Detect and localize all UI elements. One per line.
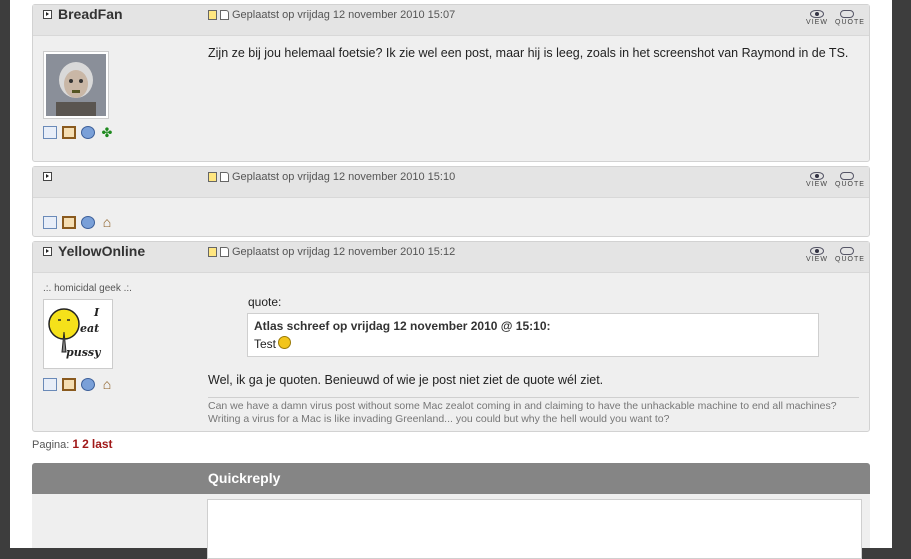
user-title: .:. homicidal geek .:. <box>43 283 132 294</box>
signature-divider <box>208 397 859 398</box>
home-icon[interactable]: ⌂ <box>100 377 114 391</box>
post-meta: Geplaatst op vrijdag 12 november 2010 15… <box>208 9 455 21</box>
quote-label: quote: <box>248 295 282 309</box>
eye-icon <box>810 172 824 180</box>
pagination: Pagina: 1 2 last <box>32 437 113 451</box>
page-icon <box>220 10 229 20</box>
quote-header: Atlas schreef op vrijdag 12 november 201… <box>254 319 551 333</box>
eye-icon <box>810 247 824 255</box>
post-header: YellowOnline Geplaatst op vrijdag 12 nov… <box>33 242 869 273</box>
post-meta: Geplaatst op vrijdag 12 november 2010 15… <box>208 171 455 183</box>
avatar-text-2: eat <box>80 322 100 335</box>
post-author[interactable]: YellowOnline <box>58 243 145 259</box>
post-header: Geplaatst op vrijdag 12 november 2010 15… <box>33 167 869 198</box>
post: BreadFan Geplaatst op vrijdag 12 novembe… <box>32 4 870 162</box>
view-button[interactable]: VIEW <box>805 170 829 188</box>
gallery-icon[interactable] <box>62 216 76 229</box>
chat-icon[interactable] <box>81 126 95 139</box>
gallery-icon[interactable] <box>62 126 76 139</box>
view-button[interactable]: VIEW <box>805 8 829 26</box>
quote-button[interactable]: QUOTE <box>835 170 864 188</box>
chat-icon[interactable] <box>81 216 95 229</box>
signature: Can we have a damn virus post without so… <box>208 400 837 425</box>
expand-icon[interactable] <box>43 247 52 256</box>
home-icon[interactable]: ⌂ <box>100 215 114 229</box>
post-timestamp: Geplaatst op vrijdag 12 november 2010 15… <box>232 9 456 21</box>
avatar-text-1: I <box>94 306 100 319</box>
chat-icon[interactable] <box>81 378 95 391</box>
post-timestamp: Geplaatst op vrijdag 12 november 2010 15… <box>232 171 456 183</box>
page-1-link[interactable]: 1 <box>72 437 79 451</box>
quote-bubble-icon <box>840 247 854 255</box>
post-meta: Geplaatst op vrijdag 12 november 2010 15… <box>208 246 455 258</box>
quote-button[interactable]: QUOTE <box>835 8 864 26</box>
quote-box: Atlas schreef op vrijdag 12 november 201… <box>247 313 819 357</box>
expand-icon[interactable] <box>43 172 52 181</box>
quickreply-textarea[interactable] <box>207 499 862 559</box>
post: YellowOnline Geplaatst op vrijdag 12 nov… <box>32 241 870 432</box>
view-button[interactable]: VIEW <box>805 245 829 263</box>
page-2-link[interactable]: 2 <box>82 437 89 451</box>
profile-card-icon[interactable] <box>43 126 57 139</box>
post-body: Wel, ik ga je quoten. Benieuwd of wie je… <box>208 373 604 387</box>
quote-button[interactable]: QUOTE <box>835 245 864 263</box>
page-icon <box>220 172 229 182</box>
avatar-text-3: pussy <box>66 346 101 359</box>
page: BreadFan Geplaatst op vrijdag 12 novembe… <box>10 0 892 559</box>
profile-card-icon[interactable] <box>43 216 57 229</box>
smiley-icon <box>278 335 292 349</box>
gallery-icon[interactable] <box>62 378 76 391</box>
quote-body-text: Test <box>254 337 277 351</box>
post-timestamp: Geplaatst op vrijdag 12 november 2010 15… <box>232 246 456 258</box>
avatar-image <box>46 54 106 116</box>
quote-body: Test <box>254 335 292 351</box>
clover-icon[interactable]: ✤ <box>100 126 114 139</box>
post-icon <box>208 10 217 20</box>
post-body: Zijn ze bij jou helemaal foetsie? Ik zie… <box>208 46 849 60</box>
user-icons: ⌂ <box>43 377 114 391</box>
expand-icon[interactable] <box>43 10 52 19</box>
page-icon <box>220 247 229 257</box>
post-actions: VIEW QUOTE <box>805 170 864 188</box>
quote-bubble-icon <box>840 10 854 18</box>
post-actions: VIEW QUOTE <box>805 245 864 263</box>
post-author[interactable]: BreadFan <box>58 6 123 22</box>
profile-card-icon[interactable] <box>43 378 57 391</box>
post-icon <box>208 172 217 182</box>
last-page-link[interactable]: last <box>92 437 113 451</box>
user-icons: ⌂ <box>43 215 114 229</box>
user-icons: ✤ <box>43 126 114 139</box>
avatar: I eat pussy <box>43 299 113 369</box>
quote-bubble-icon <box>840 172 854 180</box>
quickreply-title: Quickreply <box>32 463 870 494</box>
post: Geplaatst op vrijdag 12 november 2010 15… <box>32 166 870 237</box>
quickreply-panel: Quickreply <box>32 463 870 559</box>
pagination-label: Pagina: <box>32 439 70 451</box>
post-icon <box>208 247 217 257</box>
post-header: BreadFan Geplaatst op vrijdag 12 novembe… <box>33 5 869 36</box>
avatar <box>43 51 109 119</box>
eye-icon <box>810 10 824 18</box>
post-actions: VIEW QUOTE <box>805 8 864 26</box>
